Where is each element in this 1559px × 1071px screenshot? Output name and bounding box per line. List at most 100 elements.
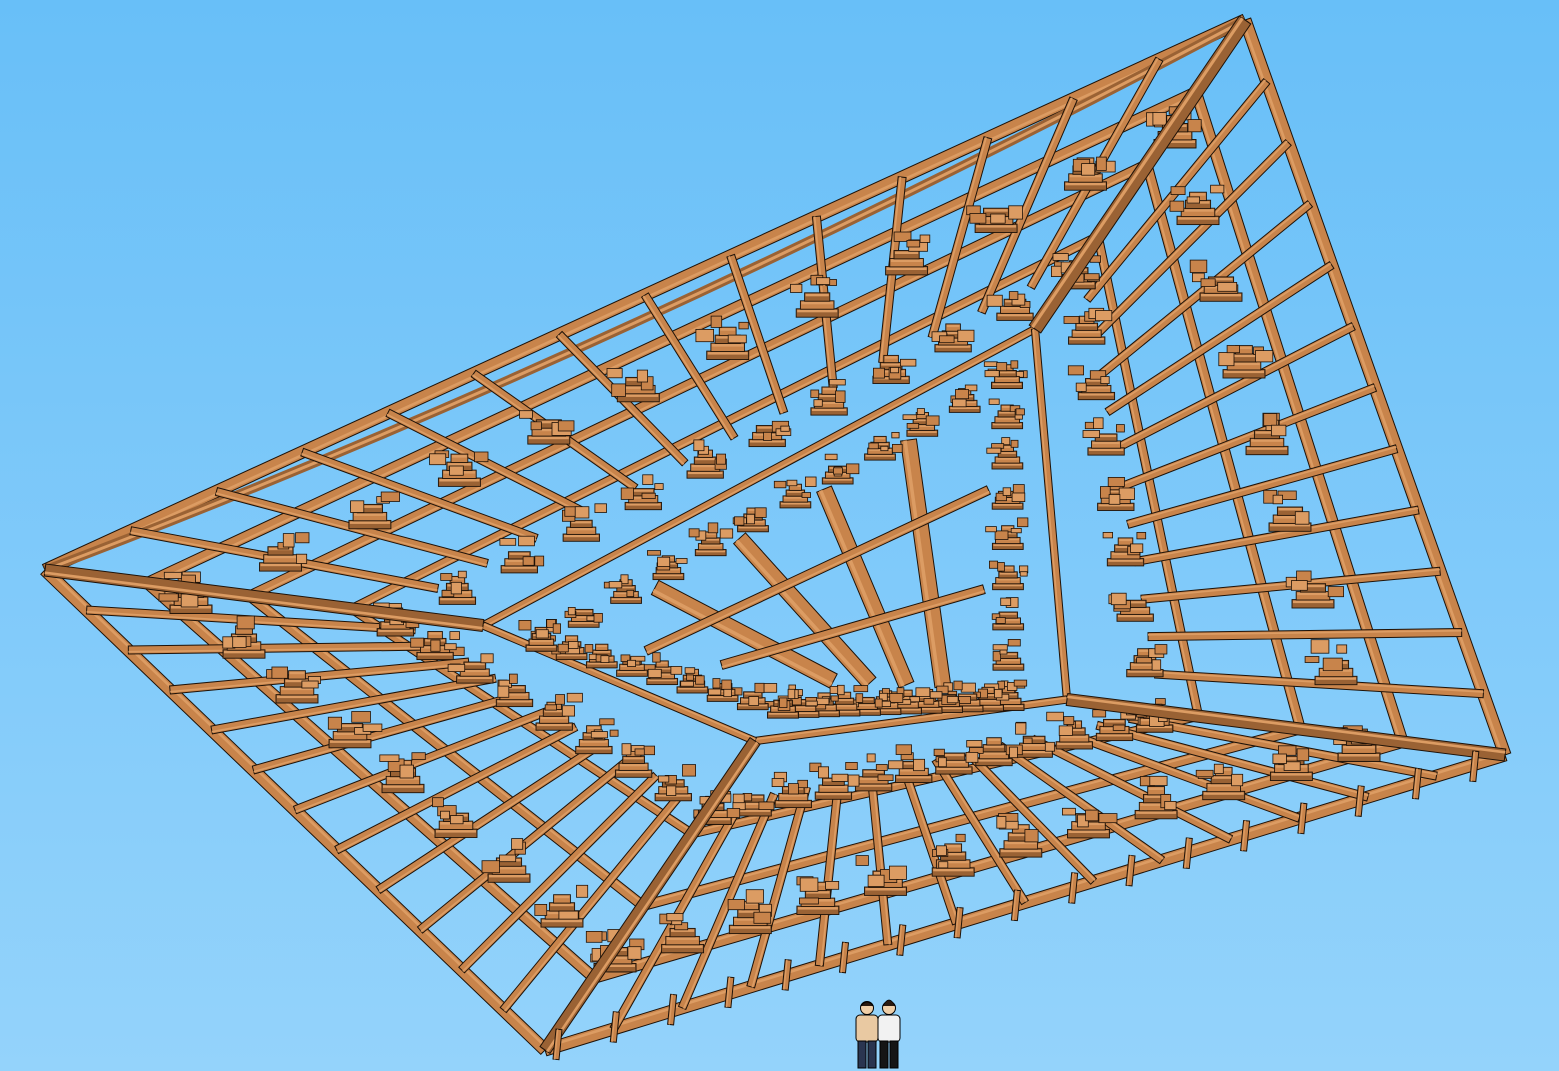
bracket-set-block (801, 492, 812, 498)
bracket-set-block (1107, 476, 1125, 487)
bracket-set-layer (574, 608, 594, 617)
bracket-set-block (888, 760, 904, 770)
bracket-set-block (518, 535, 535, 547)
bracket-set-layer (694, 549, 727, 557)
bracket-set-block (1007, 639, 1021, 647)
bracket-set-block (1009, 746, 1018, 759)
bracket-set-block (983, 361, 998, 367)
bracket-set-layer-top (993, 504, 1022, 506)
bracket-set-block (1271, 424, 1287, 437)
bracket-set-block (611, 383, 626, 397)
bracket-set-block (816, 277, 831, 285)
bracket-set-block (837, 684, 845, 696)
bracket-set-layer (737, 525, 769, 533)
bracket-set-layer-top (730, 926, 771, 929)
bracket-set-layer-top (1251, 439, 1283, 442)
bracket-set-block (992, 651, 1001, 662)
bracket-set-layer-top (428, 632, 442, 635)
bracket-set-block (1012, 484, 1025, 494)
bracket-set-block (1108, 494, 1121, 505)
bracket-set-block (557, 643, 569, 653)
bracket-set-block (925, 415, 940, 426)
bracket-set-layer-top (349, 521, 390, 524)
bracket-set-layer (697, 543, 724, 551)
bracket-set-layer-top (528, 436, 569, 440)
bracket-set-layer (873, 435, 887, 444)
bracket-set-block (790, 283, 803, 293)
bracket-set-block (877, 774, 894, 781)
bracket-set-layer-top (289, 671, 305, 675)
bracket-set-block (1154, 644, 1168, 655)
bracket-set-layer-top (260, 563, 301, 567)
bracket-set-layer-top (378, 629, 413, 632)
bracket-set-block (695, 328, 715, 343)
bracket-set-layer-top (1000, 613, 1017, 615)
bracket-set-layer-top (452, 455, 467, 458)
bracket-set-block (1322, 657, 1343, 672)
bracket-set-block (585, 931, 603, 943)
bracket-set-layer-top (688, 471, 723, 475)
bracket-set-block (457, 570, 467, 579)
bracket-set-block (544, 704, 557, 711)
bracket-set-block (447, 663, 466, 672)
bracket-set-layer-top (936, 767, 972, 770)
bracket-set-block (684, 667, 696, 674)
bracket-set-block (825, 881, 840, 890)
bracket-set-block (939, 335, 955, 344)
bracket-set-block (518, 620, 532, 631)
bracket-set-block (1017, 517, 1029, 528)
bracket-set-block (440, 573, 453, 581)
bracket-set-layer (555, 652, 588, 661)
bracket-set-layer-top (461, 669, 489, 673)
bracket-set-block (829, 379, 846, 386)
bracket-set-layer-top (1068, 830, 1109, 833)
model-viewport[interactable] (0, 0, 1559, 1071)
bracket-set-layer-top (781, 502, 810, 505)
bracket-set-layer-top (881, 363, 901, 366)
bracket-set-block (327, 716, 342, 730)
bracket-set-block (969, 213, 987, 224)
bracket-set-block (1291, 580, 1308, 591)
bracket-set-layer-top (823, 478, 853, 481)
bracket-set-layer-top (950, 407, 980, 409)
bracket-set-block (874, 698, 883, 708)
bracket-set-layer-top (993, 624, 1023, 627)
bracket-set-layer-top (1104, 720, 1125, 723)
bracket-set-block (992, 644, 1008, 651)
bracket-set-block (1296, 748, 1310, 762)
bracket-set-block (915, 687, 931, 697)
bracket-set-layer (991, 381, 1023, 389)
bracket-set-layer-top (805, 293, 829, 297)
bracket-set-layer-top (890, 259, 923, 262)
bracket-set-layer (992, 583, 1024, 591)
bracket-set-block (606, 368, 623, 379)
bracket-set-layer-top (457, 676, 492, 679)
bracket-set-layer (564, 635, 579, 643)
bracket-set-block (522, 556, 535, 566)
bracket-set-block (1189, 259, 1208, 273)
bracket-set-block (535, 629, 549, 639)
bracket-set-block (594, 503, 607, 513)
bracket-set-layer-top (822, 388, 836, 391)
bracket-set-block (847, 774, 860, 787)
bracket-set-block (695, 675, 705, 685)
bracket-set-block (1051, 265, 1063, 278)
bracket-set-block (693, 439, 705, 452)
bracket-set-layer-top (1073, 331, 1101, 334)
bracket-set-layer-top (383, 785, 423, 788)
bracket-set-layer-top (907, 431, 937, 433)
bracket-set-block (853, 685, 869, 693)
bracket-set-block (1310, 639, 1330, 654)
bracket-set-layer-top (1118, 615, 1153, 618)
bracket-set-block (710, 315, 723, 328)
bracket-set-layer-top (1201, 293, 1241, 297)
bracket-set-layer-top (992, 383, 1022, 386)
bracket-set-block (481, 860, 500, 874)
bracket-set-block (906, 422, 920, 429)
bracket-set-layer-top (976, 225, 1017, 228)
bracket-set-layer-top (886, 267, 927, 270)
bracket-set-block (657, 556, 671, 567)
bracket-set-block (1116, 424, 1125, 433)
bracket-set-layer-top (654, 574, 683, 577)
bracket-set-block (508, 673, 518, 684)
